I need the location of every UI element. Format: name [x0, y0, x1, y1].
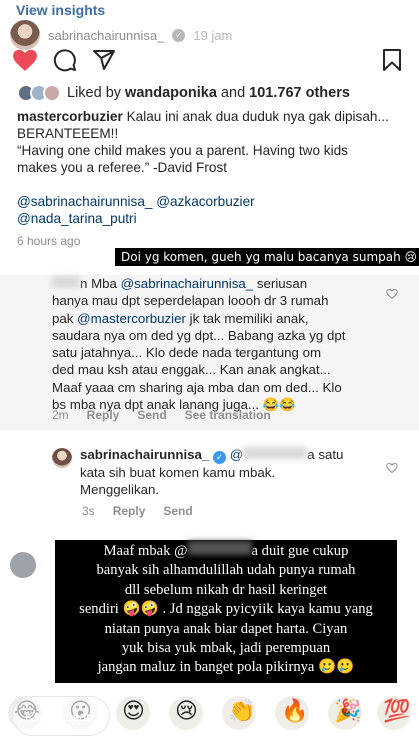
reply-line: Menggelikan.	[80, 482, 160, 498]
like-heart-icon[interactable]	[12, 48, 38, 72]
share-icon[interactable]	[92, 48, 116, 72]
comment-line: saudara nya om ded yg dpt... Babang azka…	[52, 327, 346, 343]
bookmark-icon[interactable]	[382, 48, 402, 72]
caption-line: “Having one child makes you a parent. Ha…	[17, 143, 348, 158]
reaction-party-icon[interactable]: 🎉	[334, 699, 361, 725]
caption-mentions[interactable]: @sabrinachairunnisa_ @azkacorbuzier	[17, 193, 409, 210]
comment-mention[interactable]: @mastercorbuzier	[77, 311, 186, 326]
comment-text-part: pak	[52, 310, 78, 326]
comment-mention[interactable]: @sabrinachairunnisa_	[121, 276, 254, 291]
reaction-love-icon[interactable]: 😍	[122, 699, 145, 725]
blurred-username	[52, 276, 80, 288]
caption-line: BERANTEEEM!!	[17, 126, 119, 141]
reply-time: 3s	[82, 504, 95, 518]
comment-icon[interactable]	[53, 48, 77, 72]
reply-text-part: a satu	[307, 447, 344, 462]
overlay-line: banyak sih alhamdulillah udah punya ruma…	[96, 562, 356, 579]
liker-avatar	[43, 84, 61, 102]
post-caption: mastercorbuzier Kalau ini anak dua duduk…	[17, 108, 409, 227]
story-reply-bar: 😂 😮 Kirim pesan 😍 😢 👏 🔥 🎉 💯	[0, 690, 419, 745]
reply-line: kata sih buat komen kamu mbak.	[80, 465, 276, 480]
overlay-text-part: Maaf mbak @	[103, 543, 188, 559]
comment-text-part: seriusan	[253, 276, 308, 291]
reply-button[interactable]: Reply	[87, 408, 120, 422]
see-translation-button[interactable]: See translation	[185, 408, 271, 422]
avatar[interactable]	[52, 448, 72, 468]
post-action-bar	[12, 46, 408, 74]
overlay-line: sendiri 🤪🤪 . Jd nggak pyicyiik kaya kamu…	[79, 601, 373, 618]
reply-username[interactable]: sabrinachairunnisa_	[80, 447, 209, 462]
reply-button[interactable]: Reply	[113, 504, 146, 518]
send-message-input[interactable]: Kirim pesan	[12, 696, 110, 736]
liked-by-and: and	[216, 85, 250, 101]
caption-username[interactable]: mastercorbuzier	[17, 109, 123, 124]
blurred-username	[187, 541, 252, 555]
comment-line: hanya mau dpt seperdelapan loooh dr 3 ru…	[52, 293, 329, 309]
overlay-line: niatan punya anak biar dapet harta. Ciya…	[104, 620, 348, 637]
liked-by-count[interactable]: 101.767 others	[249, 85, 350, 101]
overlay-line: jangan maluz in banget pola pikirnya 🥲🥲	[97, 659, 355, 676]
overlay-line: yuk bisa yuk mbak, jadi perempuan	[121, 640, 331, 657]
comment-line: ded mau ksh atau enggak... Kan anak angk…	[52, 362, 331, 378]
verified-badge-icon: ✓	[213, 451, 227, 464]
comment-reply-item: sabrinachairunnisa_ ✓ @ a satu kata sih b…	[0, 441, 419, 521]
comment-text-part: jk tak memiliki anak,	[185, 310, 309, 326]
blurred-username	[243, 447, 308, 459]
liked-by-user[interactable]: wandaponika	[125, 85, 217, 101]
comment-like-icon[interactable]	[386, 462, 398, 474]
reply-mention[interactable]: @	[230, 447, 244, 462]
liked-by-prefix: Liked by	[67, 85, 122, 101]
overlay-text-part: a duit gue cukup	[251, 543, 349, 559]
post-timestamp: 6 hours ago	[17, 234, 81, 248]
comment-text-part: n Mba	[80, 276, 121, 291]
reaction-clap-icon[interactable]: 👏	[228, 699, 255, 725]
story-text-overlay: Maaf mbak @ a duit gue cukup banyak sih a…	[55, 540, 397, 683]
send-button[interactable]: Send	[137, 408, 166, 422]
caption-mentions[interactable]: @nada_tarina_putri	[17, 210, 409, 227]
post-time-ago: 19 jam	[193, 27, 233, 43]
send-button[interactable]: Send	[163, 504, 192, 518]
avatar	[10, 552, 36, 578]
caption-line: makes you a referee.” -David Frost	[17, 160, 228, 175]
reaction-fire-icon[interactable]: 🔥	[281, 699, 308, 725]
comment-line: Maaf yaaa cm sharing aja mba dan om ded.…	[52, 379, 342, 395]
verified-badge-icon: ✓	[172, 28, 186, 42]
reply-text: sabrinachairunnisa_ ✓ @ a satu kata sih b…	[80, 446, 343, 499]
comment-item: n Mba @sabrinachairunnisa_ seriusan hany…	[0, 275, 419, 430]
caption-line: Kalau ini anak dua duduk nya gak dipisah…	[126, 109, 389, 124]
view-insights-link[interactable]: View insights	[16, 2, 105, 18]
reaction-hundred-icon[interactable]: 💯	[383, 699, 410, 725]
comment-text: n Mba @sabrinachairunnisa_ seriusan hany…	[52, 275, 374, 413]
reaction-sad-icon[interactable]: 😢	[175, 699, 198, 725]
overlay-line: dll sebelum nikah dr hasil keringet	[124, 581, 328, 598]
post-username[interactable]: sabrinachairunnisa_	[48, 28, 164, 43]
comment-like-icon[interactable]	[386, 288, 398, 300]
story-text-banner: Doi yg komen, gueh yg malu bacanya sumpa…	[115, 248, 419, 266]
liked-by-row[interactable]: Liked by wandaponika and 101.767 others	[17, 84, 350, 102]
comment-line: satu jatahnya... Klo dede nada tergantun…	[52, 345, 322, 361]
comment-time: 2m	[52, 408, 69, 422]
